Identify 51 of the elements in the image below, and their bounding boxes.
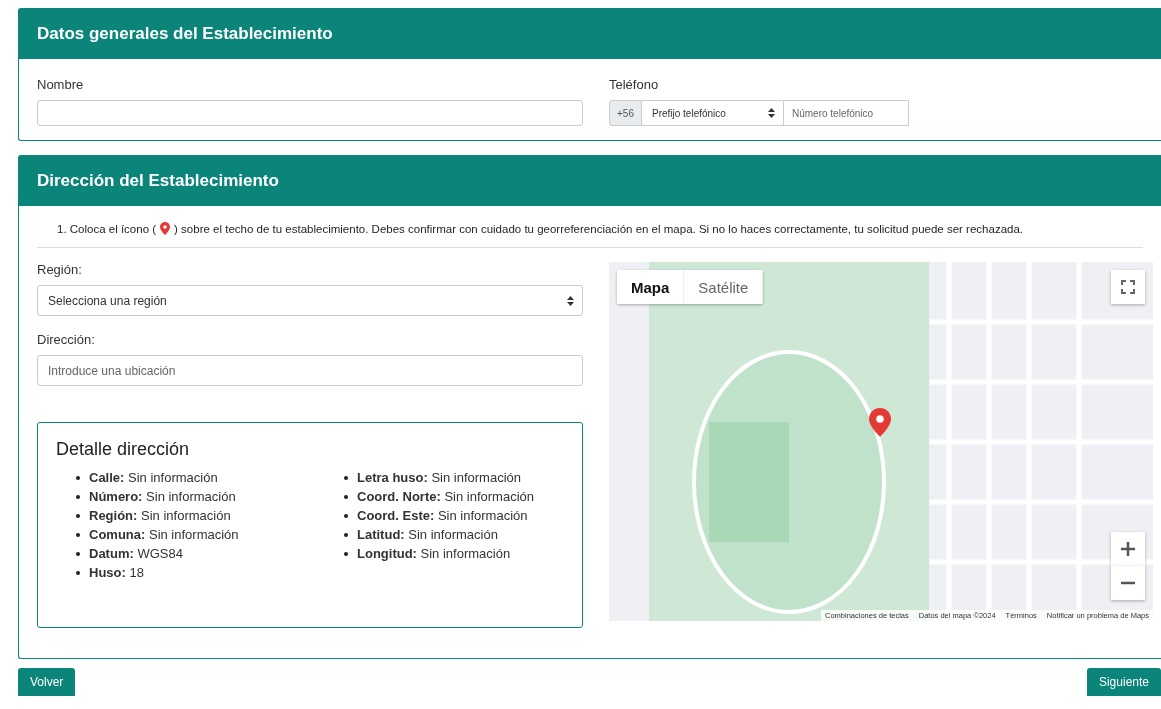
back-button[interactable]: Volver [18,668,76,696]
plus-icon [1120,541,1136,557]
bullet-icon [344,513,348,518]
field-label: Dirección: [37,332,96,347]
detail-title: Detalle dirección [56,439,191,460]
section-title: Datos generales del Establecimiento [19,9,1161,59]
minus-icon [1120,581,1136,585]
map-pin-icon [160,222,171,235]
zoom-out-button[interactable] [1111,566,1145,600]
detail-item: Región: Sin información [89,508,231,523]
detail-item: Coord. Norte: Sin información [357,489,534,504]
field-label: Región: [37,262,83,277]
prefix-select[interactable]: Prefijo telefónico [641,100,784,126]
address-input[interactable]: Introduce una ubicación [37,355,583,386]
map-type-tab[interactable]: Mapa [617,270,685,304]
bullet-icon [76,475,80,480]
bullet-icon [76,494,80,499]
bullet-icon [76,570,80,575]
map-pin-icon [869,408,891,437]
instruction-text: ) sobre el techo de tu establecimiento. Debes confirmar con cuidado tu georreferenciación en el mapa. Si no lo haces correctamente, tu solicitud puede ser rechazada. [174,222,1024,235]
bullet-icon [344,551,348,556]
region-select[interactable]: Selecciona una región [37,285,583,316]
phone-input[interactable]: Número telefónico [783,100,909,126]
bullet-icon [344,494,348,499]
bullet-icon [76,513,80,518]
bullet-icon [76,532,80,537]
zoom-in-button[interactable] [1111,532,1145,566]
bullet-icon [344,532,348,537]
detail-item: Latitud: Sin información [357,527,498,542]
fullscreen-icon [1121,280,1135,294]
detail-item: Huso: 18 [89,565,144,580]
detail-item: Coord. Este: Sin información [357,508,528,523]
detail-item: Longitud: Sin información [357,546,511,561]
phone-prefix: +56 [609,100,642,126]
field-label: Nombre [37,77,85,92]
name-input[interactable] [37,100,583,126]
section-title: Dirección del Establecimiento [19,156,1161,206]
caret-icon [567,295,574,306]
detail-item: Número: Sin información [89,489,236,504]
map-type-tab[interactable]: Satélite [684,270,764,304]
field-label: Teléfono [609,77,660,92]
detail-item: Calle: Sin información [89,470,218,485]
bullet-icon [344,475,348,480]
detail-item: Datum: WGS84 [89,546,183,561]
fullscreen-button[interactable] [1111,270,1145,304]
caret-icon [767,108,775,118]
instruction-text: 1. Coloca el ícono ( [57,222,157,235]
detail-item: Letra huso: Sin información [357,470,522,485]
bullet-icon [76,551,80,556]
next-button[interactable]: Siguiente [1086,668,1161,696]
detail-item: Comuna: Sin información [89,527,239,542]
